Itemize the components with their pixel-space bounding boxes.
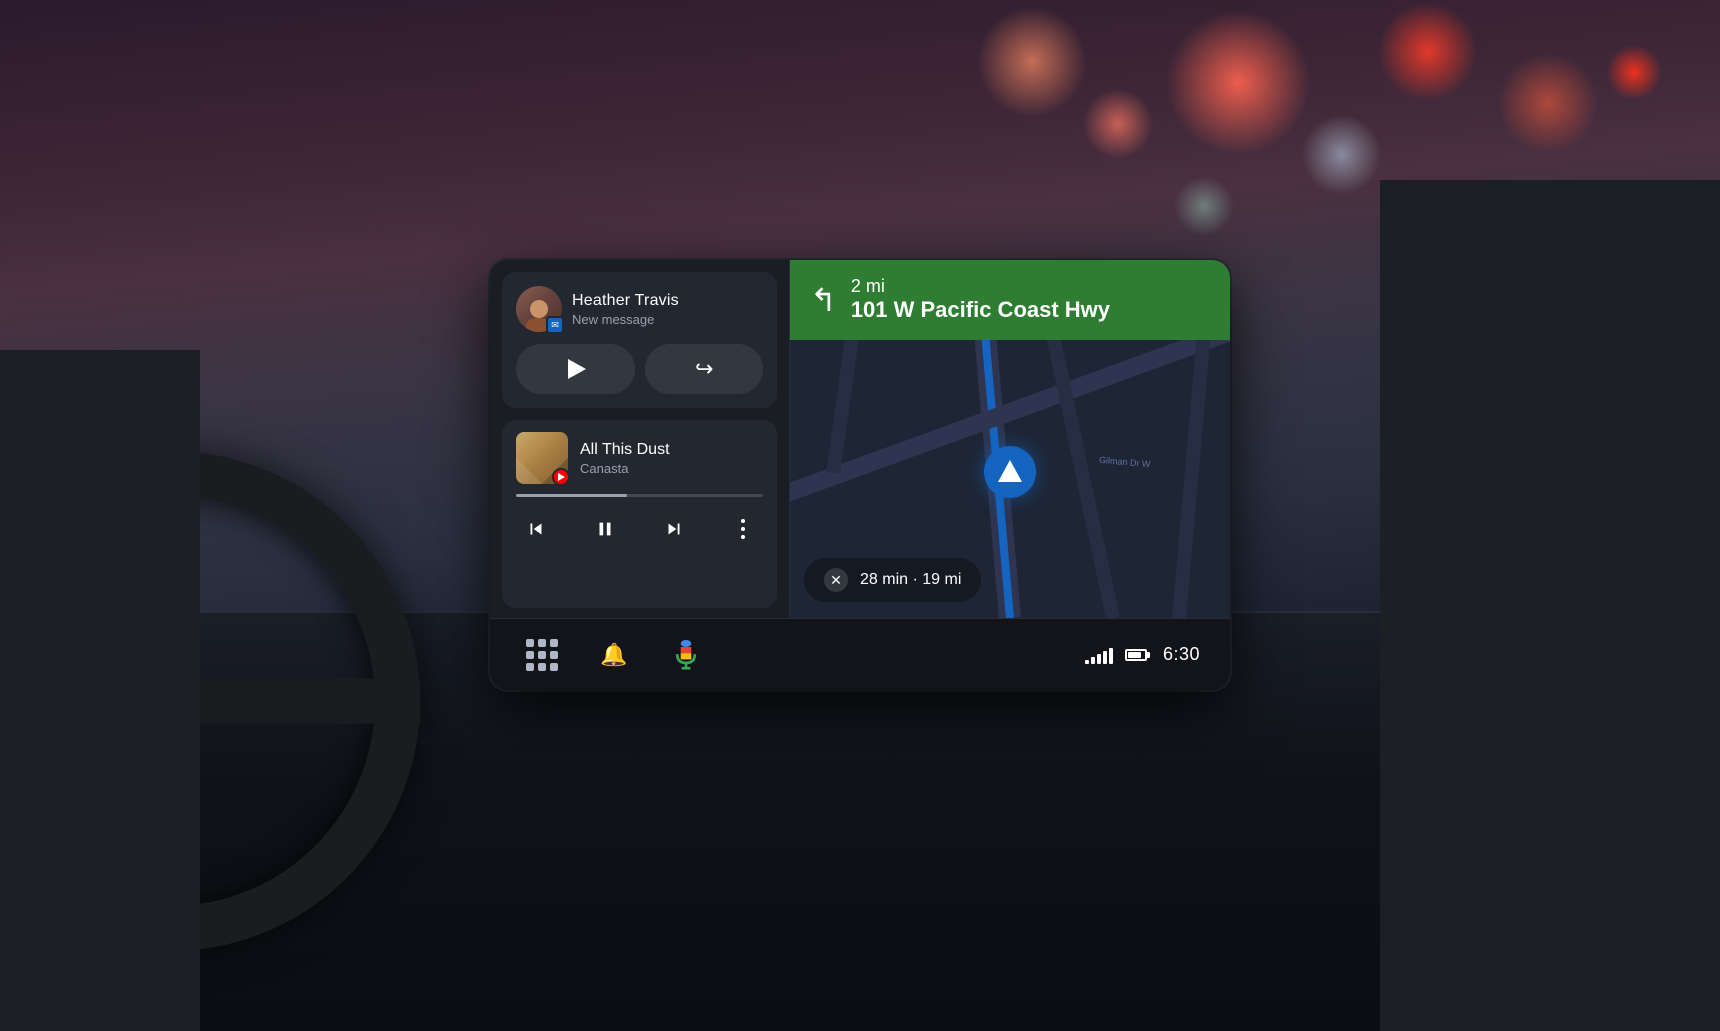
more-options-button[interactable] <box>723 509 763 549</box>
microphone-button[interactable] <box>664 633 708 677</box>
bell-icon: 🔔 <box>600 642 627 668</box>
grid-icon <box>526 639 558 671</box>
location-indicator <box>984 446 1036 498</box>
progress-fill <box>516 494 627 497</box>
eta-info: 28 min · 19 mi <box>860 571 961 589</box>
avatar-container: ✉ <box>516 286 562 332</box>
nav-street-name: 101 W Pacific Coast Hwy <box>851 297 1110 323</box>
music-progress-bar[interactable] <box>516 494 763 497</box>
eta-close-button[interactable]: ✕ <box>824 568 848 592</box>
mic-icon <box>674 640 698 670</box>
nav-distance-text: 2 mi <box>851 276 1110 297</box>
signal-strength-icon <box>1085 646 1113 664</box>
reply-message-button[interactable]: ↩ <box>645 344 764 394</box>
message-card: ✉ Heather Travis New message ↩ <box>502 272 777 408</box>
album-art <box>516 432 568 484</box>
clock-display: 6:30 <box>1163 644 1200 665</box>
battery-fill <box>1128 652 1142 658</box>
navigation-header: ↰ 2 mi 101 W Pacific Coast Hwy <box>790 260 1230 340</box>
sender-name: Heather Travis <box>572 292 763 310</box>
music-header: All This Dust Canasta <box>516 432 763 484</box>
message-text: Heather Travis New message <box>572 292 763 327</box>
map-panel[interactable]: Gilman Dr W ↰ 2 mi 101 W Pacific Coast H… <box>790 260 1230 618</box>
youtube-badge <box>552 468 570 486</box>
song-title: All This Dust <box>580 441 763 459</box>
message-badge: ✉ <box>546 316 564 334</box>
play-icon <box>568 359 586 379</box>
navigation-distance-info: 2 mi 101 W Pacific Coast Hwy <box>851 276 1110 323</box>
speaker-grille-left <box>0 350 200 1031</box>
message-app-icon: ✉ <box>551 320 559 331</box>
pause-icon <box>594 518 616 540</box>
play-message-button[interactable] <box>516 344 635 394</box>
left-panel: ✉ Heather Travis New message ↩ <box>490 260 790 618</box>
status-bar-right: 6:30 <box>1085 644 1200 665</box>
music-card: All This Dust Canasta <box>502 420 777 608</box>
song-artist: Canasta <box>580 461 763 476</box>
android-auto-screen: ✉ Heather Travis New message ↩ <box>490 260 1230 690</box>
reply-icon: ↩ <box>695 356 713 382</box>
google-mic-icon <box>672 640 700 670</box>
youtube-play-icon <box>558 473 565 481</box>
avatar-head <box>530 300 548 318</box>
more-icon <box>741 519 745 539</box>
music-info: All This Dust Canasta <box>580 441 763 476</box>
skip-forward-icon <box>663 518 685 540</box>
notifications-button[interactable]: 🔔 <box>592 633 636 677</box>
speaker-grille-right <box>1380 180 1720 1031</box>
pause-button[interactable] <box>585 509 625 549</box>
bottom-navigation: 🔔 <box>520 633 1085 677</box>
message-header: ✉ Heather Travis New message <box>516 286 763 332</box>
skip-forward-button[interactable] <box>654 509 694 549</box>
navigation-arrow <box>998 460 1022 482</box>
bottom-bar: 🔔 <box>490 618 1230 690</box>
location-circle <box>984 446 1036 498</box>
battery-icon <box>1125 649 1147 661</box>
screen-content: ✉ Heather Travis New message ↩ <box>490 260 1230 618</box>
music-controls <box>516 509 763 549</box>
skip-back-button[interactable] <box>516 509 556 549</box>
apps-button[interactable] <box>520 633 564 677</box>
message-actions: ↩ <box>516 344 763 394</box>
skip-back-icon <box>525 518 547 540</box>
eta-card: ✕ 28 min · 19 mi <box>804 558 981 602</box>
message-subtitle: New message <box>572 312 763 327</box>
turn-arrow-icon: ↰ <box>810 281 837 319</box>
